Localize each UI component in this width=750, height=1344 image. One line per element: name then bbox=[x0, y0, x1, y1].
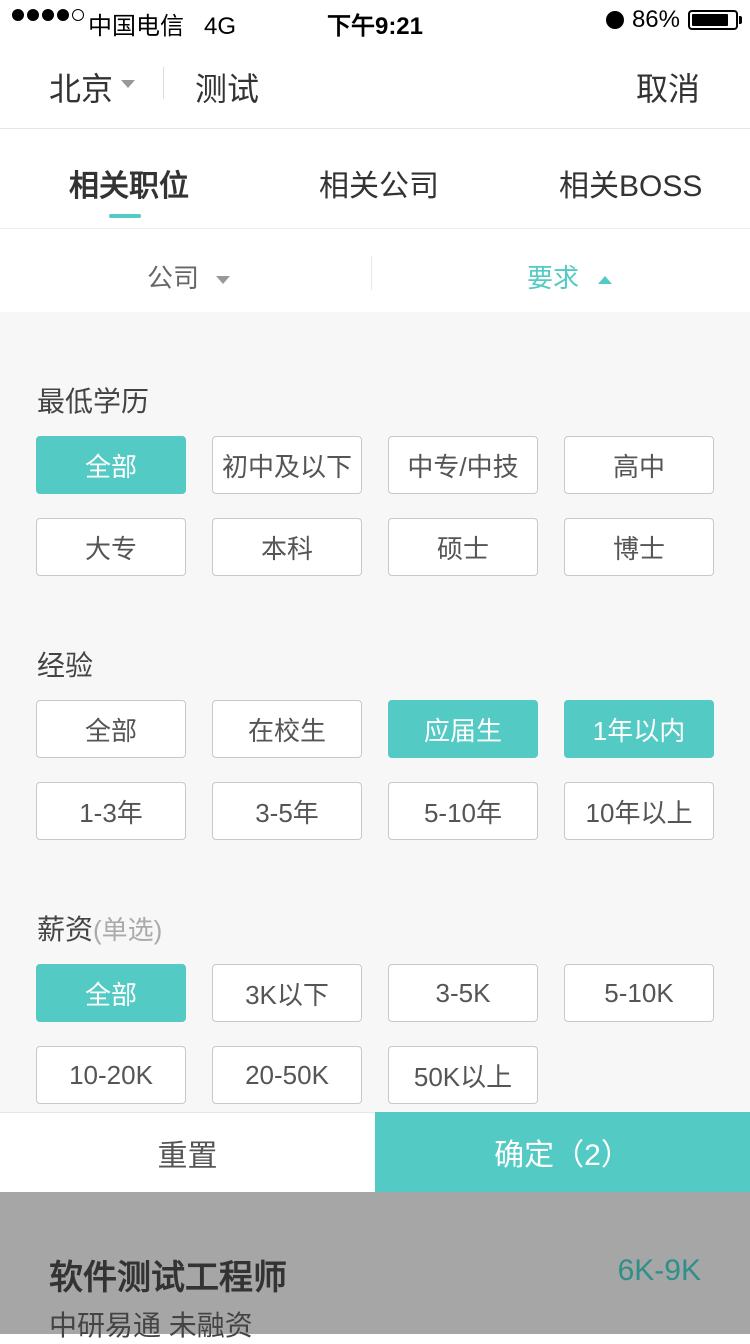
experience-option[interactable]: 3-5年 bbox=[212, 782, 362, 840]
confirm-button[interactable]: 确定（2） bbox=[375, 1112, 750, 1192]
battery-percent: 86% bbox=[631, 6, 680, 33]
salary-option[interactable]: 10-20K bbox=[36, 1046, 186, 1104]
divider bbox=[163, 67, 164, 99]
experience-option[interactable]: 5-10年 bbox=[388, 782, 538, 840]
job-title: 软件测试工程师 bbox=[49, 1259, 287, 1297]
result-tabs: 相关职位 相关公司 相关BOSS bbox=[0, 129, 750, 229]
city-selector[interactable]: 北京 bbox=[49, 64, 113, 110]
divider bbox=[371, 256, 372, 290]
job-company: 中研易通 未融资 bbox=[49, 1310, 253, 1341]
search-header: 北京 测试 取消 bbox=[0, 40, 750, 129]
reset-button[interactable]: 重置 bbox=[0, 1112, 375, 1192]
cancel-button[interactable]: 取消 bbox=[636, 64, 700, 110]
salary-option[interactable]: 50K以上 bbox=[388, 1046, 538, 1104]
dimmed-job-list[interactable]: 软件测试工程师 6K-9K 中研易通 未融资 bbox=[0, 1192, 750, 1341]
search-input[interactable]: 测试 bbox=[195, 64, 259, 110]
salary-single-choice-note: (单选) bbox=[93, 915, 163, 945]
salary-title: 薪资(单选) bbox=[37, 908, 162, 948]
salary-title-label: 薪资 bbox=[37, 914, 94, 945]
filter-bar: 公司 要求 bbox=[0, 229, 750, 312]
salary-option[interactable]: 20-50K bbox=[212, 1046, 362, 1104]
chevron-down-icon[interactable] bbox=[121, 80, 135, 88]
education-option[interactable]: 博士 bbox=[564, 518, 714, 576]
battery-icon bbox=[688, 10, 742, 30]
tab-companies[interactable]: 相关公司 bbox=[319, 161, 439, 205]
status-bar: 中国电信 4G 下午9:21 86% bbox=[0, 0, 750, 40]
experience-option[interactable]: 1年以内 bbox=[564, 700, 714, 758]
salary-option[interactable]: 全部 bbox=[36, 964, 186, 1022]
education-title: 最低学历 bbox=[37, 386, 150, 417]
experience-title: 经验 bbox=[37, 650, 94, 681]
panel-actions: 重置 确定（2） bbox=[0, 1112, 750, 1192]
education-option[interactable]: 大专 bbox=[36, 518, 186, 576]
filter-company-label: 公司 bbox=[147, 263, 200, 293]
requirements-panel: 最低学历 全部 初中及以下 中专/中技 高中 大专 本科 硕士 博士 经验 全部… bbox=[0, 312, 750, 1112]
alarm-icon bbox=[605, 11, 624, 29]
salary-option[interactable]: 3-5K bbox=[388, 964, 538, 1022]
experience-option[interactable]: 1-3年 bbox=[36, 782, 186, 840]
job-salary: 6K-9K bbox=[617, 1254, 701, 1287]
experience-option[interactable]: 在校生 bbox=[212, 700, 362, 758]
salary-option[interactable]: 5-10K bbox=[564, 964, 714, 1022]
education-option[interactable]: 初中及以下 bbox=[212, 436, 362, 494]
salary-option[interactable]: 3K以下 bbox=[212, 964, 362, 1022]
filter-requirements-label: 要求 bbox=[527, 263, 580, 293]
education-option[interactable]: 硕士 bbox=[388, 518, 538, 576]
experience-option[interactable]: 全部 bbox=[36, 700, 186, 758]
experience-option[interactable]: 10年以上 bbox=[564, 782, 714, 840]
education-option[interactable]: 全部 bbox=[36, 436, 186, 494]
tab-jobs[interactable]: 相关职位 bbox=[69, 161, 189, 205]
filter-company[interactable]: 公司 bbox=[147, 258, 231, 295]
tab-boss[interactable]: 相关BOSS bbox=[559, 161, 702, 205]
active-tab-indicator bbox=[109, 214, 141, 218]
chevron-down-icon bbox=[216, 276, 231, 285]
filter-requirements[interactable]: 要求 bbox=[527, 258, 613, 295]
chevron-up-icon bbox=[598, 276, 613, 285]
experience-option[interactable]: 应届生 bbox=[388, 700, 538, 758]
education-option[interactable]: 高中 bbox=[564, 436, 714, 494]
education-option[interactable]: 中专/中技 bbox=[388, 436, 538, 494]
education-option[interactable]: 本科 bbox=[212, 518, 362, 576]
